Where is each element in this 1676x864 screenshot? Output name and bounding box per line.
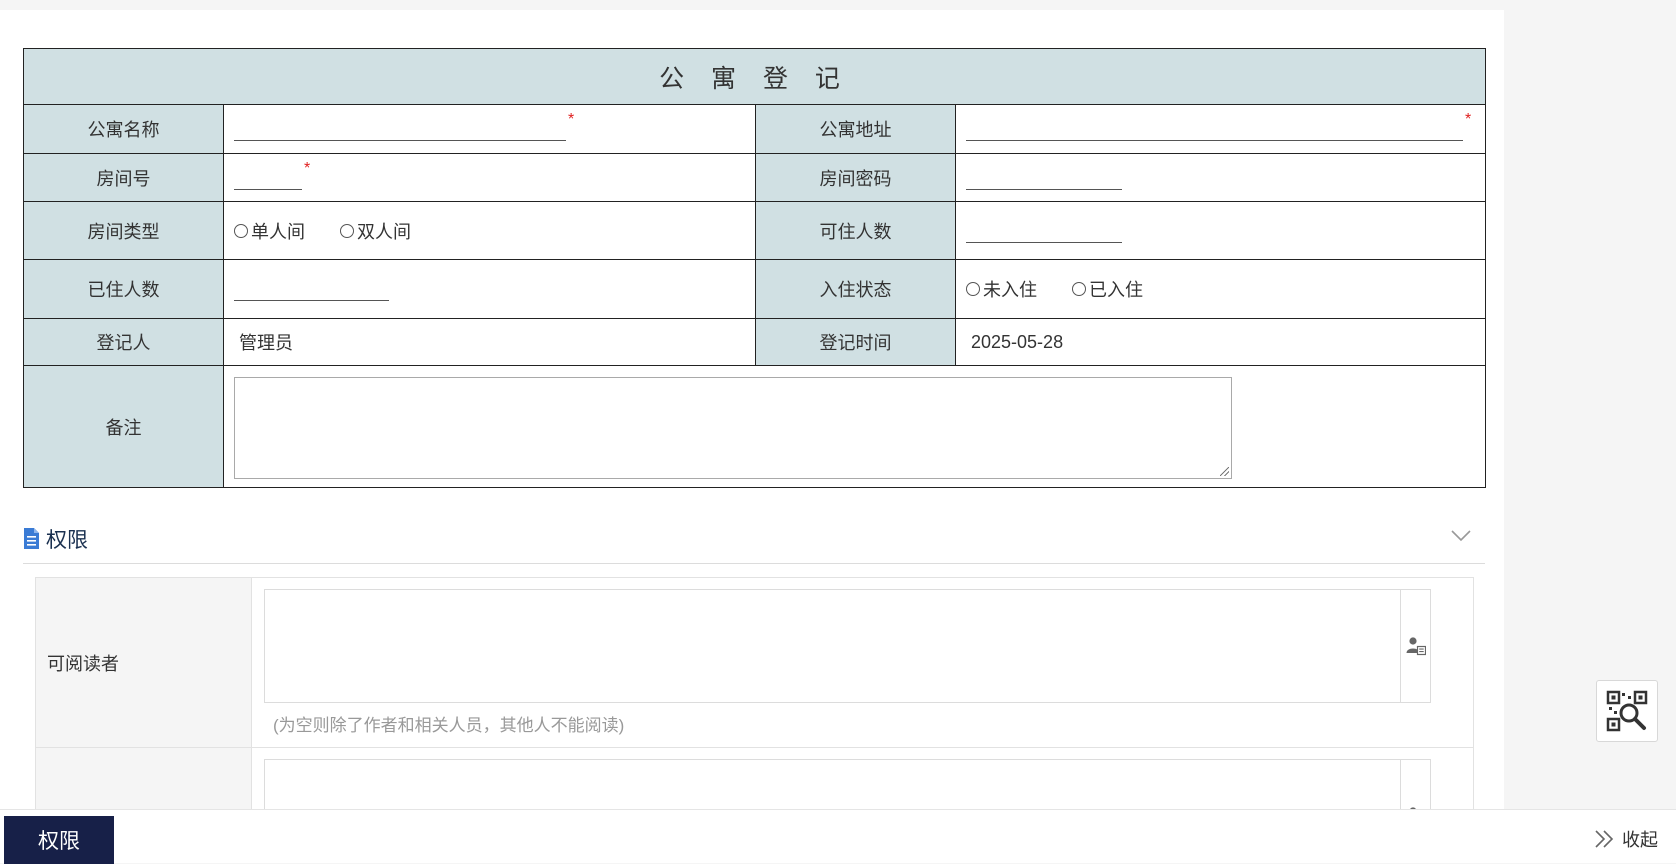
radio-label: 双人间 — [357, 221, 412, 242]
registrant-label: 登记人 — [23, 318, 224, 366]
readers-field — [264, 589, 1431, 703]
room-password-cell — [954, 153, 1487, 202]
collapse-button[interactable]: 收起 — [1594, 826, 1658, 852]
radio-label: 已入住 — [1089, 280, 1144, 300]
radio-label: 单人间 — [251, 221, 305, 242]
room-type-option-double[interactable]: 双人间 — [340, 218, 411, 244]
remark-textarea[interactable] — [234, 376, 1232, 479]
register-time-value: 2025-05-28 — [954, 318, 1487, 366]
status-option-vacant[interactable]: 未入住 — [966, 276, 1037, 302]
room-number-input[interactable] — [234, 166, 302, 190]
radio-circle[interactable] — [1072, 282, 1087, 296]
permissions-section-header: 权限 — [23, 518, 1485, 564]
radio-circle[interactable] — [234, 223, 248, 238]
permissions-section-title: 权限 — [46, 528, 88, 552]
radio-circle[interactable] — [340, 223, 355, 238]
occupied-cell — [223, 259, 756, 319]
room-number-label: 房间号 — [23, 153, 224, 202]
radio-circle[interactable] — [966, 282, 980, 296]
required-mark: * — [568, 111, 575, 128]
room-type-cell: 单人间 双人间 — [223, 201, 756, 260]
remark-label: 备注 — [23, 365, 224, 488]
readers-label: 可阅读者 — [35, 577, 252, 748]
form-title: 公 寓 登 记 — [22, 48, 1487, 105]
registrant-value: 管理员 — [223, 318, 756, 366]
collapse-label: 收起 — [1622, 830, 1658, 850]
readers-hint: (为空则除了作者和相关人员，其他人不能阅读) — [273, 716, 625, 735]
user-picker-button[interactable] — [1401, 590, 1430, 702]
room-password-input[interactable] — [966, 166, 1122, 190]
apartment-address-label: 公寓地址 — [755, 104, 956, 154]
apartment-address-input[interactable] — [966, 117, 1463, 141]
status-cell: 未入住 已入住 — [954, 259, 1487, 319]
capacity-input[interactable] — [966, 219, 1122, 243]
capacity-label: 可住人数 — [755, 201, 956, 260]
bottom-tab-permissions[interactable]: 权限 — [4, 816, 114, 864]
room-type-option-single[interactable]: 单人间 — [234, 218, 305, 244]
room-type-label: 房间类型 — [23, 201, 224, 260]
remark-cell — [222, 365, 1487, 488]
form-page: 公 寓 登 记 公寓名称 * 公寓地址 * 房间号 * 房间密码 房间类型 单人… — [0, 10, 1504, 863]
double-chevron-right-icon — [1595, 830, 1614, 848]
room-number-cell: * — [223, 153, 756, 202]
room-password-label: 房间密码 — [755, 153, 956, 202]
user-picker-icon — [1406, 637, 1426, 656]
occupied-input[interactable] — [234, 277, 389, 301]
chevron-down-icon[interactable] — [1451, 530, 1471, 542]
status-label: 入住状态 — [755, 259, 956, 319]
qr-scan-icon — [1606, 690, 1648, 732]
qr-scan-button[interactable] — [1596, 680, 1658, 742]
apartment-address-cell: * — [954, 104, 1487, 154]
capacity-cell — [954, 201, 1487, 260]
register-time-label: 登记时间 — [755, 318, 956, 366]
radio-label: 未入住 — [983, 280, 1037, 300]
bottom-bar: 权限 收起 — [0, 809, 1676, 864]
status-option-occupied[interactable]: 已入住 — [1072, 276, 1143, 302]
required-mark: * — [1465, 111, 1472, 128]
apartment-register-table: 公 寓 登 记 公寓名称 * 公寓地址 * 房间号 * 房间密码 房间类型 单人… — [22, 48, 1487, 488]
document-icon — [24, 528, 39, 549]
resize-grip-icon[interactable] — [1220, 466, 1229, 476]
readers-cell: (为空则除了作者和相关人员，其他人不能阅读) — [251, 577, 1474, 748]
required-mark: * — [304, 159, 311, 177]
occupied-label: 已住人数 — [23, 259, 224, 319]
apartment-name-label: 公寓名称 — [23, 104, 224, 154]
readers-textarea[interactable] — [265, 590, 1401, 702]
apartment-name-input[interactable] — [234, 117, 566, 141]
apartment-name-cell: * — [223, 104, 756, 154]
